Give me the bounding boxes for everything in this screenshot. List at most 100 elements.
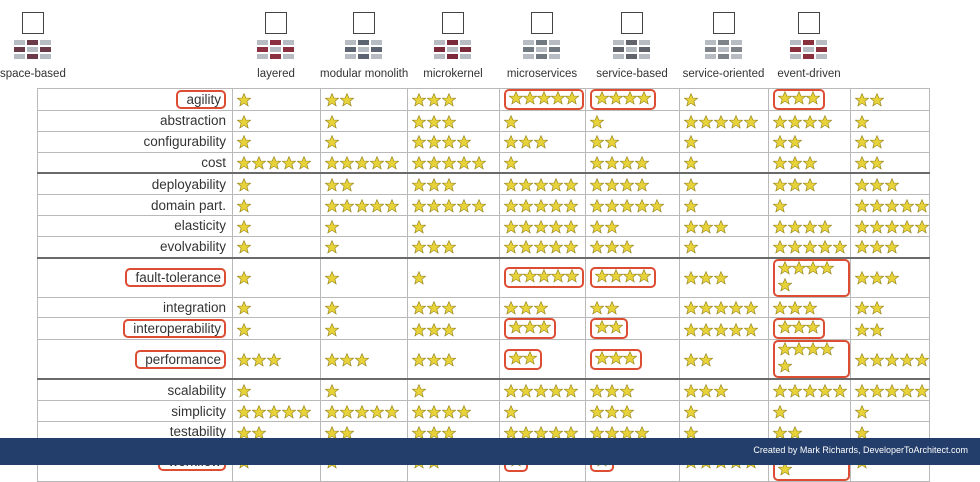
star-icon (508, 268, 524, 283)
star-icon (773, 156, 787, 170)
column-header-layered: layered (232, 12, 320, 80)
star-icon (777, 90, 793, 105)
rating (237, 383, 251, 398)
star-icon (472, 198, 486, 213)
star-icon (885, 219, 899, 234)
star-icon (442, 404, 456, 419)
rating (412, 404, 471, 419)
star-icon (605, 301, 619, 315)
rating-cell (232, 172, 321, 196)
star-icon (885, 198, 899, 213)
rating (412, 219, 426, 234)
star-icon (508, 90, 524, 105)
table-row: deployability (37, 172, 930, 196)
star-icon (504, 156, 518, 170)
architecture-thumbnail-icon (704, 40, 742, 59)
star-icon (605, 219, 619, 234)
star-icon (855, 93, 869, 107)
rating-cell (585, 339, 680, 380)
star-icon (788, 240, 802, 255)
footer-credit: Created by Mark Richards, DeveloperToArc… (753, 445, 968, 455)
rating (237, 322, 251, 337)
star-icon (504, 135, 518, 150)
rating-cell (320, 110, 408, 132)
rating-cell (585, 400, 680, 422)
star-icon (237, 404, 251, 419)
rating-cell (499, 296, 586, 319)
rating-cell (768, 378, 851, 402)
rating-cell (232, 130, 321, 153)
rating (773, 301, 817, 315)
star-icon (549, 383, 563, 398)
star-icon (297, 156, 311, 170)
star-icon (340, 404, 354, 419)
rating-cell (232, 256, 321, 298)
star-icon (442, 353, 456, 367)
row-label: deployability (151, 176, 226, 192)
star-icon (340, 178, 354, 192)
rating (504, 156, 518, 170)
rating (412, 135, 471, 150)
star-icon (650, 198, 664, 213)
row-label: agility (176, 90, 226, 109)
star-icon (237, 135, 251, 150)
star-icon (325, 301, 339, 315)
footer-bar: Created by Mark Richards, DeveloperToArc… (0, 438, 980, 465)
rating (412, 178, 456, 192)
star-icon (608, 320, 624, 335)
star-icon (325, 240, 339, 255)
rating-cell (850, 317, 930, 341)
rating (773, 135, 802, 150)
rating (773, 156, 817, 170)
star-icon (699, 301, 713, 315)
row-label: cost (201, 154, 226, 170)
rating (237, 178, 251, 192)
rating (590, 156, 649, 170)
rating (590, 404, 634, 419)
star-icon (885, 353, 899, 367)
star-icon (325, 93, 339, 107)
rating (855, 198, 929, 213)
rating-cell (499, 378, 586, 402)
star-icon (620, 404, 634, 419)
star-icon (699, 322, 713, 337)
rating (237, 353, 281, 367)
star-icon (684, 240, 698, 255)
star-icon (550, 268, 566, 283)
star-icon (519, 383, 533, 398)
star-icon (773, 198, 787, 213)
rating (325, 114, 339, 129)
rating (590, 383, 634, 398)
star-icon (549, 219, 563, 234)
star-icon (805, 260, 821, 275)
star-icon (590, 383, 604, 398)
rating-cell (679, 194, 769, 216)
rating-cell (232, 317, 321, 341)
rating (684, 156, 698, 170)
table-row: agility (37, 88, 930, 111)
star-icon (504, 301, 518, 315)
rating-cell (407, 339, 500, 380)
rating (684, 322, 758, 337)
star-icon (855, 383, 869, 398)
star-icon (818, 114, 832, 129)
star-icon (684, 198, 698, 213)
rating (325, 301, 339, 315)
star-icon (504, 198, 518, 213)
rating-cell (232, 214, 321, 237)
rating (412, 301, 456, 315)
table-row: scalability (37, 378, 930, 402)
rating-cell (768, 110, 851, 132)
star-icon (442, 301, 456, 315)
star-icon (594, 90, 610, 105)
star-icon (605, 404, 619, 419)
star-icon (427, 93, 441, 107)
star-icon (684, 383, 698, 398)
star-icon (522, 268, 538, 283)
table-row: fault-tolerance (37, 256, 930, 298)
star-icon (564, 240, 578, 255)
column-header-microkernel: microkernel (407, 12, 499, 80)
rating-cell (679, 235, 769, 259)
rating-cell (499, 172, 586, 196)
star-icon (915, 198, 929, 213)
